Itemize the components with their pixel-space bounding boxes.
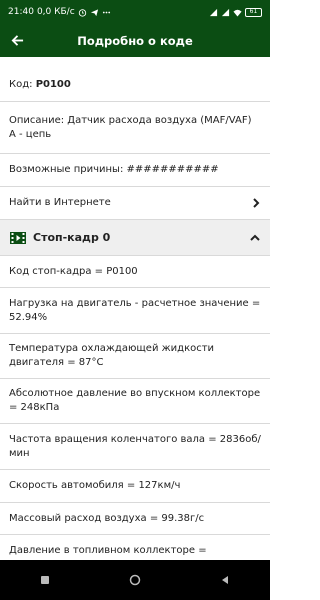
description-text: Описание: Датчик расхода воздуха (MAF/VA… — [9, 114, 252, 140]
freeze-item: Давление в топливном коллекторе = 127680… — [0, 535, 270, 560]
back-button[interactable] — [0, 24, 34, 57]
freeze-item: Абсолютное давление во впускном коллекто… — [0, 379, 270, 424]
freeze-frame-title: Стоп-кадр 0 — [33, 231, 111, 244]
alarm-icon — [78, 8, 86, 17]
freeze-item-text: Скорость автомобиля = 127км/ч — [9, 480, 181, 491]
code-row: Код: P0100 — [0, 69, 270, 102]
home-button[interactable] — [129, 574, 141, 586]
page-title: Подробно о коде — [77, 33, 193, 48]
status-time: 21:40 — [8, 7, 34, 17]
code-label: Код: — [9, 79, 36, 90]
code-value: P0100 — [35, 79, 71, 90]
wifi-icon — [233, 9, 242, 17]
status-bar: 21:40 0,0 КБ/с 61 — [0, 0, 270, 24]
film-icon — [10, 231, 26, 244]
status-speed: 0,0 КБ/с — [36, 7, 75, 17]
freeze-item: Температура охлаждающей жидкости двигате… — [0, 334, 270, 379]
freeze-item: Частота вращения коленчатого вала = 2836… — [0, 424, 270, 470]
freeze-item-text: Массовый расход воздуха = 99.38г/с — [9, 512, 205, 524]
more-dots-icon — [102, 11, 110, 13]
search-link-label: Найти в Интернете — [9, 197, 111, 208]
system-nav-bar — [0, 560, 270, 600]
recent-apps-button[interactable] — [39, 574, 51, 586]
send-icon — [90, 8, 98, 16]
battery-icon: 61 — [245, 7, 262, 17]
search-internet-link[interactable]: Найти в Интернете — [0, 187, 270, 220]
chevron-up-icon[interactable] — [249, 232, 261, 244]
freeze-item-text: Нагрузка на двигатель - расчетное значен… — [9, 297, 261, 323]
signal-icon — [209, 8, 218, 16]
freeze-item: Нагрузка на двигатель - расчетное значен… — [0, 288, 270, 334]
app-bar: Подробно о коде — [0, 24, 270, 57]
freeze-frame-header[interactable]: Стоп-кадр 0 — [0, 220, 270, 256]
freeze-item-text: Код стоп-кадра = P0100 — [9, 265, 138, 277]
freeze-item: Скорость автомобиля = 127км/ч — [0, 470, 270, 503]
freeze-item: Код стоп-кадра = P0100 — [0, 256, 270, 288]
battery-level: 61 — [249, 8, 258, 15]
description-row: Описание: Датчик расхода воздуха (MAF/VA… — [0, 102, 270, 154]
back-nav-button[interactable] — [219, 574, 231, 586]
signal-icon — [221, 8, 230, 16]
freeze-item-text: Температура охлаждающей жидкости двигате… — [9, 343, 215, 368]
causes-row: Возможные причины: ########### — [0, 154, 270, 187]
freeze-item-text: Частота вращения коленчатого вала = 2836… — [9, 433, 261, 459]
freeze-item-text: Давление в топливном коллекторе = 127680… — [9, 545, 207, 560]
arrow-left-icon — [11, 35, 23, 46]
freeze-item: Массовый расход воздуха = 99.38г/с — [0, 503, 270, 535]
freeze-item-text: Абсолютное давление во впускном коллекто… — [9, 388, 261, 413]
chevron-right-icon — [253, 198, 260, 208]
code-details-list[interactable]: Код: P0100 Описание: Датчик расхода возд… — [0, 57, 270, 560]
causes-text: Возможные причины: ########### — [9, 164, 219, 175]
